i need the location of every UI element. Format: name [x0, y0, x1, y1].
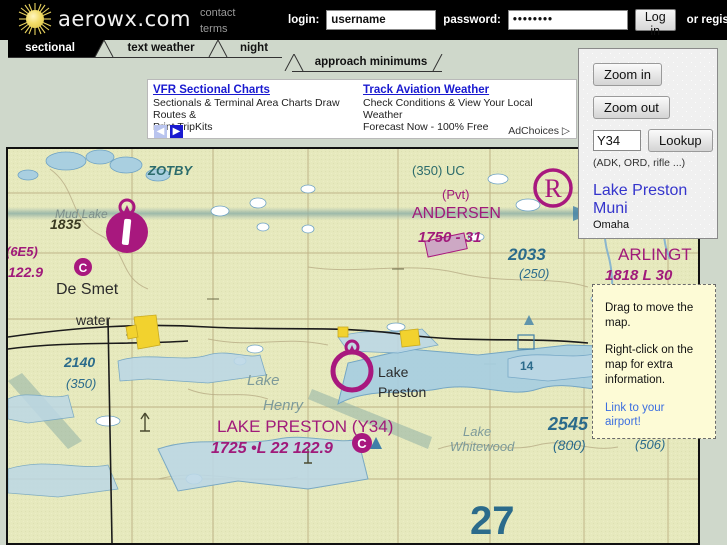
zoom-in-button[interactable]: Zoom in — [593, 63, 662, 86]
zoom-out-button[interactable]: Zoom out — [593, 96, 670, 119]
tab-separator-1 — [92, 40, 116, 57]
ad-left-line-2: Print TripKits — [153, 121, 213, 133]
site-header: aerowx.com contact terms login: password… — [0, 0, 727, 40]
contact-link[interactable]: contact — [200, 5, 235, 21]
brand-name: aerowx.com — [58, 7, 191, 31]
ad-slot-left: VFR Sectional Charts Sectionals & Termin… — [153, 84, 358, 133]
login-form: login: password: Log in or register — [288, 0, 727, 40]
adchoices-link[interactable]: AdChoices ▷ — [508, 125, 570, 137]
login-label: login: — [288, 14, 320, 26]
ad-left-title[interactable]: VFR Sectional Charts — [153, 84, 358, 97]
brand-logo[interactable]: aerowx.com — [18, 2, 191, 36]
tab-night[interactable]: night — [226, 40, 282, 57]
advertisement-banner: VFR Sectional Charts Sectionals & Termin… — [147, 79, 577, 139]
airport-code-input[interactable] — [593, 130, 641, 151]
password-input[interactable] — [507, 10, 628, 30]
ad-right-title[interactable]: Track Aviation Weather — [363, 84, 575, 97]
tab-sectional[interactable]: sectional — [8, 40, 92, 57]
tab-row-rule-2 — [292, 71, 442, 72]
login-button[interactable]: Log in — [634, 9, 676, 38]
map-control-panel: Zoom in Zoom out Lookup (ADK, ORD, rifle… — [578, 48, 718, 239]
adchoices-label: AdChoices — [508, 125, 559, 137]
password-label: password: — [443, 14, 501, 26]
tab-text-weather[interactable]: text weather — [116, 40, 206, 57]
chevron-right-icon[interactable]: ▶ — [170, 125, 183, 138]
lookup-button[interactable]: Lookup — [648, 129, 713, 152]
selected-airport-name[interactable]: Lake Preston Muni — [593, 182, 717, 218]
tab-approach-minimums[interactable]: approach minimums — [300, 54, 442, 71]
tab-separator-4 — [430, 54, 454, 71]
note-line-1: Drag to move the map. — [605, 302, 694, 329]
note-line-2: Right-click on the map for extra informa… — [605, 344, 694, 386]
map-help-note: Drag to move the map. Right-click on the… — [592, 284, 716, 439]
header-meta-links: contact terms — [200, 5, 235, 37]
svg-text:R: R — [544, 174, 562, 203]
airport-lookup-row: Lookup — [593, 129, 717, 152]
username-input[interactable] — [326, 10, 437, 30]
sun-icon — [18, 2, 52, 36]
chevron-left-icon[interactable]: ◀ — [154, 125, 167, 138]
ad-right-line-1: Check Conditions & View Your Local Weath… — [363, 97, 533, 121]
terms-link[interactable]: terms — [200, 21, 235, 37]
ad-pager: ◀ ▶ — [154, 125, 183, 138]
ad-left-line-1: Sectionals & Terminal Area Charts Draw R… — [153, 97, 340, 121]
register-link[interactable]: or register — [687, 14, 727, 26]
svg-text:C: C — [357, 436, 367, 451]
selected-airport-city: Omaha — [593, 219, 630, 231]
tab-row-rule-1 — [8, 57, 282, 58]
lookup-hint-text: (ADK, ORD, rifle ...) — [593, 157, 686, 169]
svg-text:C: C — [79, 261, 88, 275]
link-to-your-airport-link[interactable]: Link to your airport! — [605, 402, 664, 428]
